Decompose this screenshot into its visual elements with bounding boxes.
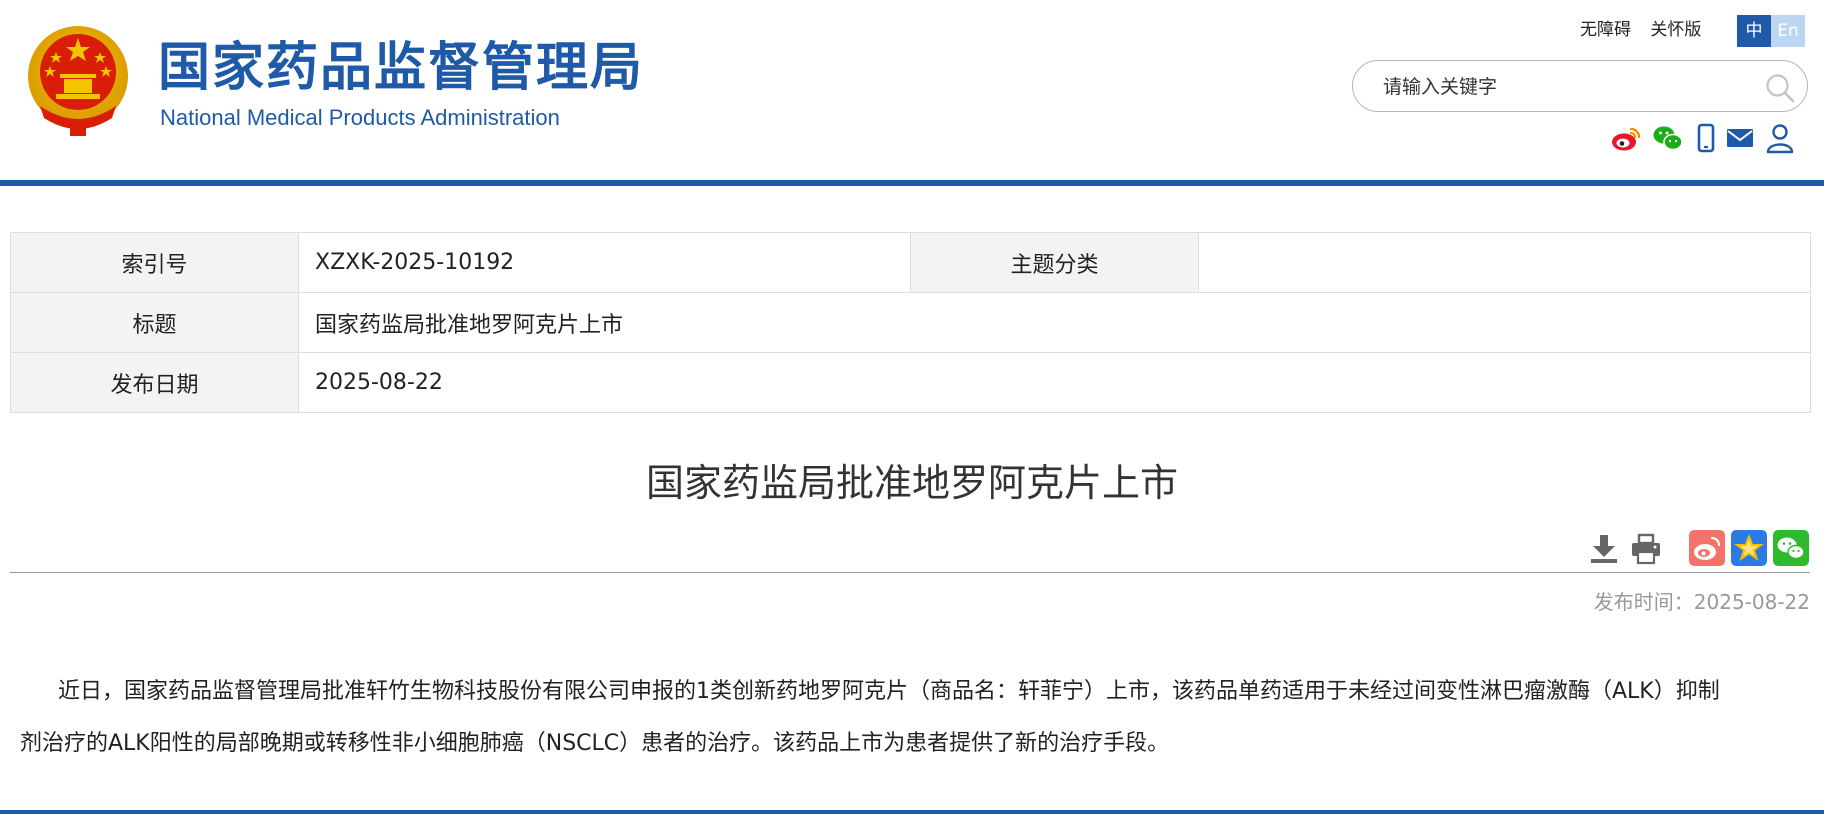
table-row: 标题 国家药监局批准地罗阿克片上市	[10, 292, 1811, 353]
footer-divider	[0, 810, 1824, 814]
title-label: 标题	[10, 292, 299, 353]
weibo-share-icon[interactable]	[1689, 530, 1725, 566]
publish-time-value: 2025-08-22	[1693, 590, 1810, 614]
mail-icon[interactable]	[1724, 122, 1756, 154]
mobile-icon[interactable]	[1690, 122, 1722, 154]
title-divider	[10, 572, 1810, 573]
site-name-cn[interactable]: 国家药品监督管理局	[158, 36, 644, 100]
publish-time-label: 发布时间：	[1593, 590, 1694, 614]
document-info-table: 索引号 XZXK-2025-10192 主题分类 标题 国家药监局批准地罗阿克片…	[10, 232, 1811, 413]
top-links: 无障碍 关怀版	[1580, 18, 1715, 42]
index-label: 索引号	[10, 232, 299, 293]
search-input[interactable]	[1381, 71, 1745, 103]
topic-label: 主题分类	[910, 232, 1199, 293]
download-icon[interactable]	[1588, 532, 1620, 566]
site-header: 国家药品监督管理局 National Medical Products Admi…	[0, 0, 1824, 180]
table-row: 索引号 XZXK-2025-10192 主题分类	[10, 232, 1811, 293]
search-box	[1352, 60, 1808, 112]
wechat-icon[interactable]	[1652, 122, 1684, 154]
weibo-icon[interactable]	[1610, 122, 1642, 154]
lang-zh-button[interactable]: 中	[1737, 15, 1771, 47]
publish-time: 发布时间：2025-08-22	[1594, 588, 1810, 616]
care-mode-link[interactable]: 关怀版	[1650, 20, 1701, 40]
print-icon[interactable]	[1630, 532, 1662, 566]
site-name-en[interactable]: National Medical Products Administration	[160, 104, 560, 132]
article-title: 国家药监局批准地罗阿克片上市	[645, 461, 1178, 505]
accessibility-link[interactable]: 无障碍	[1580, 20, 1631, 40]
article-body: 近日，国家药品监督管理局批准轩竹生物科技股份有限公司申报的1类创新药地罗阿克片（…	[20, 679, 1720, 756]
user-icon[interactable]	[1764, 122, 1796, 154]
table-row: 发布日期 2025-08-22	[10, 352, 1811, 413]
title-value: 国家药监局批准地罗阿克片上市	[298, 292, 1811, 353]
search-icon[interactable]	[1765, 73, 1795, 103]
date-label: 发布日期	[10, 352, 299, 413]
language-switch: 中 En	[1737, 15, 1805, 47]
header-divider	[0, 180, 1824, 186]
topic-value	[1198, 232, 1811, 293]
favorite-share-icon[interactable]	[1731, 530, 1767, 566]
date-value: 2025-08-22	[298, 352, 1811, 413]
wechat-share-icon[interactable]	[1773, 530, 1809, 566]
index-value: XZXK-2025-10192	[298, 232, 911, 293]
national-emblem-icon	[28, 26, 128, 136]
lang-en-button[interactable]: En	[1771, 15, 1805, 47]
